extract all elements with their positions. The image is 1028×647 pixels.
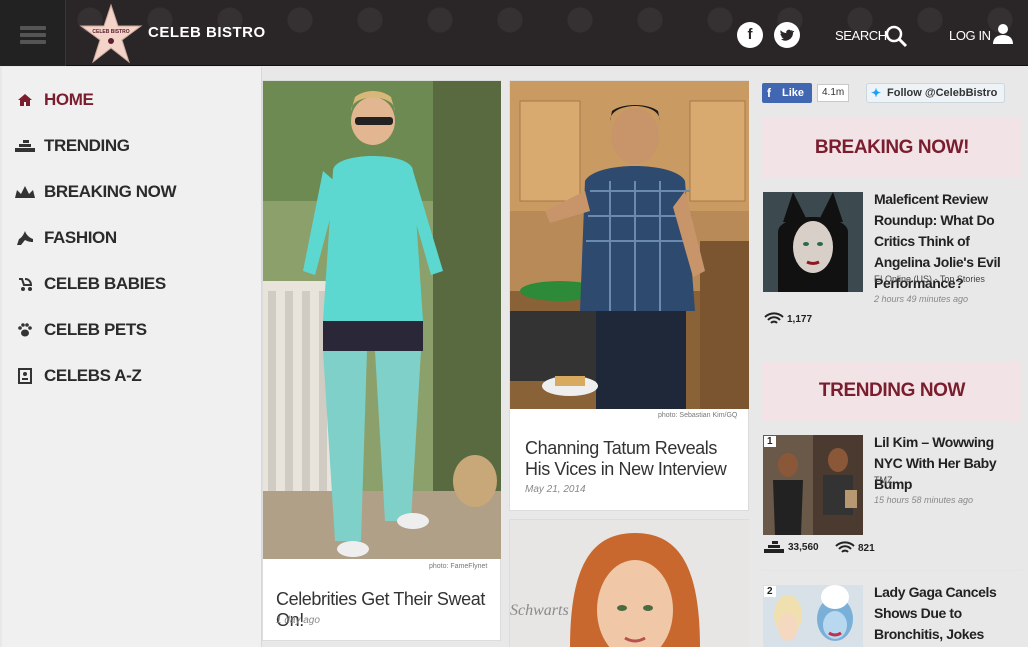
trending-rank: 1 [764,436,776,447]
twitter-bird-icon: ✦ [871,86,882,100]
menu-item-label: BREAKING NOW [44,182,177,201]
signal-icon [835,541,855,553]
paw-icon [14,321,36,339]
article-photo[interactable] [510,81,749,409]
signal-icon [764,312,784,324]
article-photo[interactable] [263,81,501,559]
logo-star-icon[interactable]: CELEB BISTRO [78,3,144,65]
news-source: E! Online (US) - Top Stories [874,274,985,284]
buzz-stat: 821 [835,541,875,555]
stroller-icon [14,275,36,293]
logo-star-text: CELEB BISTRO [92,29,129,35]
article-card[interactable]: Schwarts [509,519,749,647]
menu-item-breaking-now[interactable]: BREAKING NOW [14,177,177,207]
trending-icon [764,541,784,553]
search-label[interactable]: SEARCH [835,28,887,43]
facebook-icon[interactable]: f [737,22,763,48]
menu-item-home[interactable]: HOME [14,85,94,115]
trending-rank: 2 [764,586,776,597]
menu-item-fashion[interactable]: FASHION [14,223,117,253]
menu-item-trending[interactable]: TRENDING [14,131,130,161]
menu-item-celebs-a-z[interactable]: CELEBS A-Z [14,361,142,391]
news-thumbnail[interactable] [763,585,863,647]
menu-item-label: CELEB PETS [44,320,147,339]
news-source: TMZ [874,475,893,485]
article-card[interactable]: photo: Sebastian Kim/GQ Channing Tatum R… [509,80,749,511]
site-header: CELEB BISTRO CELEB BISTRO f SEARCH LOG I… [0,0,1028,66]
news-title[interactable]: Lady Gaga Cancels Shows Due to Bronchiti… [874,582,1024,647]
high-heel-icon [14,229,36,247]
article-date: May 21, 2014 [525,484,586,495]
menu-item-label: CELEB BABIES [44,274,166,293]
menu-item-label: TRENDING [44,136,130,155]
thumbs-up-icon: f [767,86,771,100]
search-icon[interactable] [884,24,908,48]
side-menu: HOME TRENDING BREAKING NOW FASHION CELEB… [2,67,262,647]
directory-icon [14,367,36,385]
menu-item-label: HOME [44,90,94,109]
menu-toggle-button[interactable] [0,0,66,66]
news-time: 2 hours 49 minutes ago [874,294,969,304]
article-card[interactable]: photo: FameFlynet Celebrities Get Their … [262,80,501,641]
news-thumbnail[interactable] [763,192,863,292]
facebook-like-button[interactable]: f Like [762,83,812,103]
menu-item-label: CELEBS A-Z [44,366,142,385]
crown-icon [14,183,36,201]
login-label[interactable]: LOG IN [949,28,991,43]
menu-item-label: FASHION [44,228,117,247]
trending-now-heading: TRENDING NOW [762,361,1022,421]
menu-item-celeb-pets[interactable]: CELEB PETS [14,315,147,345]
trending-icon [14,137,36,155]
svg-text:Schwarts: Schwarts [510,602,569,619]
news-title[interactable]: Lil Kim – Wowwing NYC With Her Baby Bump [874,432,1024,495]
user-icon[interactable] [991,22,1015,46]
twitter-follow-button[interactable]: ✦ Follow @CelebBistro [866,83,1005,103]
photo-credit: photo: FameFlynet [429,563,488,570]
photo-credit: photo: Sebastian Kim/GQ [658,412,738,419]
buzz-stat: 1,177 [764,312,812,326]
home-icon [14,91,36,109]
news-thumbnail[interactable] [763,435,863,535]
divider [762,570,1022,571]
article-photo[interactable]: Schwarts [510,520,749,647]
views-stat: 33,560 [764,541,819,553]
article-date: 1 day ago [276,615,320,626]
site-name[interactable]: CELEB BISTRO [148,24,266,41]
menu-item-celeb-babies[interactable]: CELEB BABIES [14,269,166,299]
news-time: 15 hours 58 minutes ago [874,495,974,505]
article-title[interactable]: Channing Tatum Reveals His Vices in New … [525,438,740,480]
breaking-now-heading: BREAKING NOW! [762,118,1022,178]
facebook-like-count: 4.1m [817,84,850,102]
twitter-icon[interactable] [774,22,800,48]
